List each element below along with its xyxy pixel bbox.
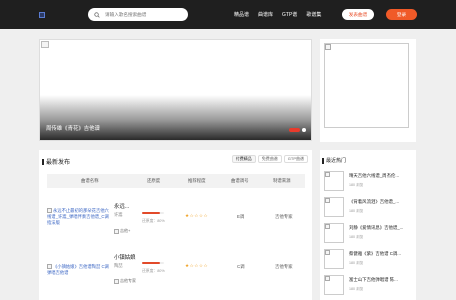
main-nav: 精品谱 曲谱库 GTP谱 歌谱集 [234,11,330,18]
score-thumbnail[interactable]: 永远不止最初的那朵花吉他六线谱_许嵩_弹唱伴奏吉他谱_C调指法版 [47,208,111,226]
hot-item-title[interactable]: 刘静《爱情讯息》吉他谱_... [349,225,412,231]
song-artist[interactable]: 许嵩 [114,212,123,218]
fidelity-meter: 还原度：80% [142,212,165,224]
logo-image-icon [39,11,45,18]
key-signature: C调 [237,264,245,269]
fidelity-progress-bar [142,212,164,214]
title-bar-icon [42,158,44,165]
broken-image-icon [41,41,49,48]
carousel-dots [289,128,306,132]
hot-item-title[interactable]: 蔡健雅《紫》吉他谱 C调... [349,251,412,257]
rating-stars: ★☆☆☆☆ [185,213,209,218]
hot-item-views: 180 浏览 [349,261,364,265]
fidelity-fill [142,262,160,264]
hot-thumbnail[interactable] [324,275,344,295]
hot-thumbnail[interactable] [324,223,344,243]
fidelity-meter: 还原度：80% [142,262,165,274]
uploader[interactable]: 吉他+ [114,228,130,234]
section-title-text: 最近热门 [326,158,347,164]
score-source: 吉他专家 [275,264,293,269]
broken-image-icon [325,276,330,281]
site-logo[interactable] [39,11,61,18]
avatar-icon [114,278,119,284]
column-header-name: 曲谱名称 [81,178,99,183]
section-title-text: 最新发布 [46,160,71,166]
avatar-icon [114,228,119,234]
hot-item-title[interactable]: 晴天吉他六线谱_周杰伦... [349,173,412,179]
post-score-button[interactable]: 发表曲谱 [342,9,374,20]
hot-item-views: 180 浏览 [349,235,364,239]
hot-list-item[interactable]: 蔡健雅《紫》吉他谱 C调... 180 浏览 [324,249,412,271]
side-ad-panel [320,39,416,142]
fidelity-value: 80% [157,219,165,223]
hot-item-title[interactable]: 富士山下吉他弹唱谱 陈... [349,277,412,283]
nav-item-collections[interactable]: 歌谱集 [306,11,321,18]
broken-image-icon [325,172,330,177]
song-title[interactable]: 永远... [114,202,129,210]
top-bar: 精品谱 曲谱库 GTP谱 歌谱集 发表曲谱 登录 [0,0,456,29]
fidelity-value: 80% [157,269,165,273]
hot-list-item[interactable]: 刘静《爱情讯息》吉他谱_... 180 浏览 [324,223,412,245]
song-artist[interactable]: 陶喆 [114,263,123,269]
table-row[interactable]: 《小镇姑娘》吉他谱陶喆 C调弹唱吉他谱 小镇姑娘 陶喆 吉他专家 还原度：80%… [47,248,305,286]
fidelity-fill [142,212,160,214]
section-title: 最近热门 [322,157,346,164]
score-source: 吉他专家 [275,214,293,219]
broken-image-icon [325,250,330,255]
table-row[interactable]: 永远不止最初的那朵花吉他六线谱_许嵩_弹唱伴奏吉他谱_C调指法版 永远... 许… [47,198,305,236]
hot-thumbnail[interactable] [324,171,344,191]
fidelity-label: 还原度： [142,219,158,223]
ad-image[interactable] [324,43,409,128]
song-title[interactable]: 小镇姑娘 [114,253,136,261]
hot-item-views: 180 浏览 [349,287,364,291]
search-box[interactable] [88,8,188,21]
uploader[interactable]: 吉他专家 [114,278,136,284]
hot-thumbnail[interactable] [324,249,344,269]
banner-carousel[interactable]: 周传雄《青花》吉他谱 [39,39,312,141]
login-button[interactable]: 登录 [386,9,417,20]
banner-caption[interactable]: 周传雄《青花》吉他谱 [46,124,100,132]
nav-item-premium[interactable]: 精品谱 [234,11,249,18]
column-header-fidelity: 还原度 [147,178,161,183]
hot-list-item[interactable]: 富士山下吉他弹唱谱 陈... 180 浏览 [324,275,412,297]
section-title: 最新发布 [42,157,70,166]
filter-tab-gtp[interactable]: GTP曲谱 [283,155,308,163]
hot-item-title[interactable]: 《背着风流泪》吉他谱_... [349,199,412,205]
hot-item-views: 180 浏览 [349,183,364,187]
filter-tab-paid[interactable]: 付费精品 [231,155,256,163]
nav-item-gtp[interactable]: GTP谱 [282,11,297,18]
search-icon [94,11,100,18]
broken-image-icon [325,44,331,50]
column-header-source: 制谱来源 [273,178,291,183]
table-header: 曲谱名称 还原度 推荐程度 曲谱调号 制谱来源 [47,174,305,188]
fidelity-progress-bar [142,262,164,264]
broken-image-icon [325,198,330,203]
nav-item-library[interactable]: 曲谱库 [258,11,273,18]
filter-tabs: 付费精品 免费曲谱 GTP曲谱 [231,155,308,163]
broken-image-icon [47,264,52,270]
broken-image-icon [325,224,330,229]
fidelity-label: 还原度： [142,269,158,273]
key-signature: E调 [237,214,245,219]
carousel-dot-active[interactable] [289,128,300,132]
score-thumbnail[interactable]: 《小镇姑娘》吉他谱陶喆 C调弹唱吉他谱 [47,264,111,276]
search-input[interactable] [105,12,185,17]
rating-stars: ★☆☆☆☆ [185,263,209,268]
broken-image-icon [47,208,52,214]
hot-thumbnail[interactable] [324,197,344,217]
hot-section: 最近热门 晴天吉他六线谱_周杰伦... 180 浏览 《背着风流泪》吉他谱_..… [320,150,416,300]
hot-list-item[interactable]: 晴天吉他六线谱_周杰伦... 180 浏览 [324,171,412,193]
title-bar-icon [322,157,324,164]
filter-tab-free[interactable]: 免费曲谱 [257,155,282,163]
column-header-key: 曲谱调号 [231,178,249,183]
hot-item-views: 180 浏览 [349,209,364,213]
hot-list-item[interactable]: 《背着风流泪》吉他谱_... 180 浏览 [324,197,412,219]
latest-section: 最新发布 付费精品 免费曲谱 GTP曲谱 曲谱名称 还原度 推荐程度 曲谱调号 … [39,150,312,300]
column-header-recommend: 推荐程度 [188,178,206,183]
carousel-dot[interactable] [302,128,306,132]
